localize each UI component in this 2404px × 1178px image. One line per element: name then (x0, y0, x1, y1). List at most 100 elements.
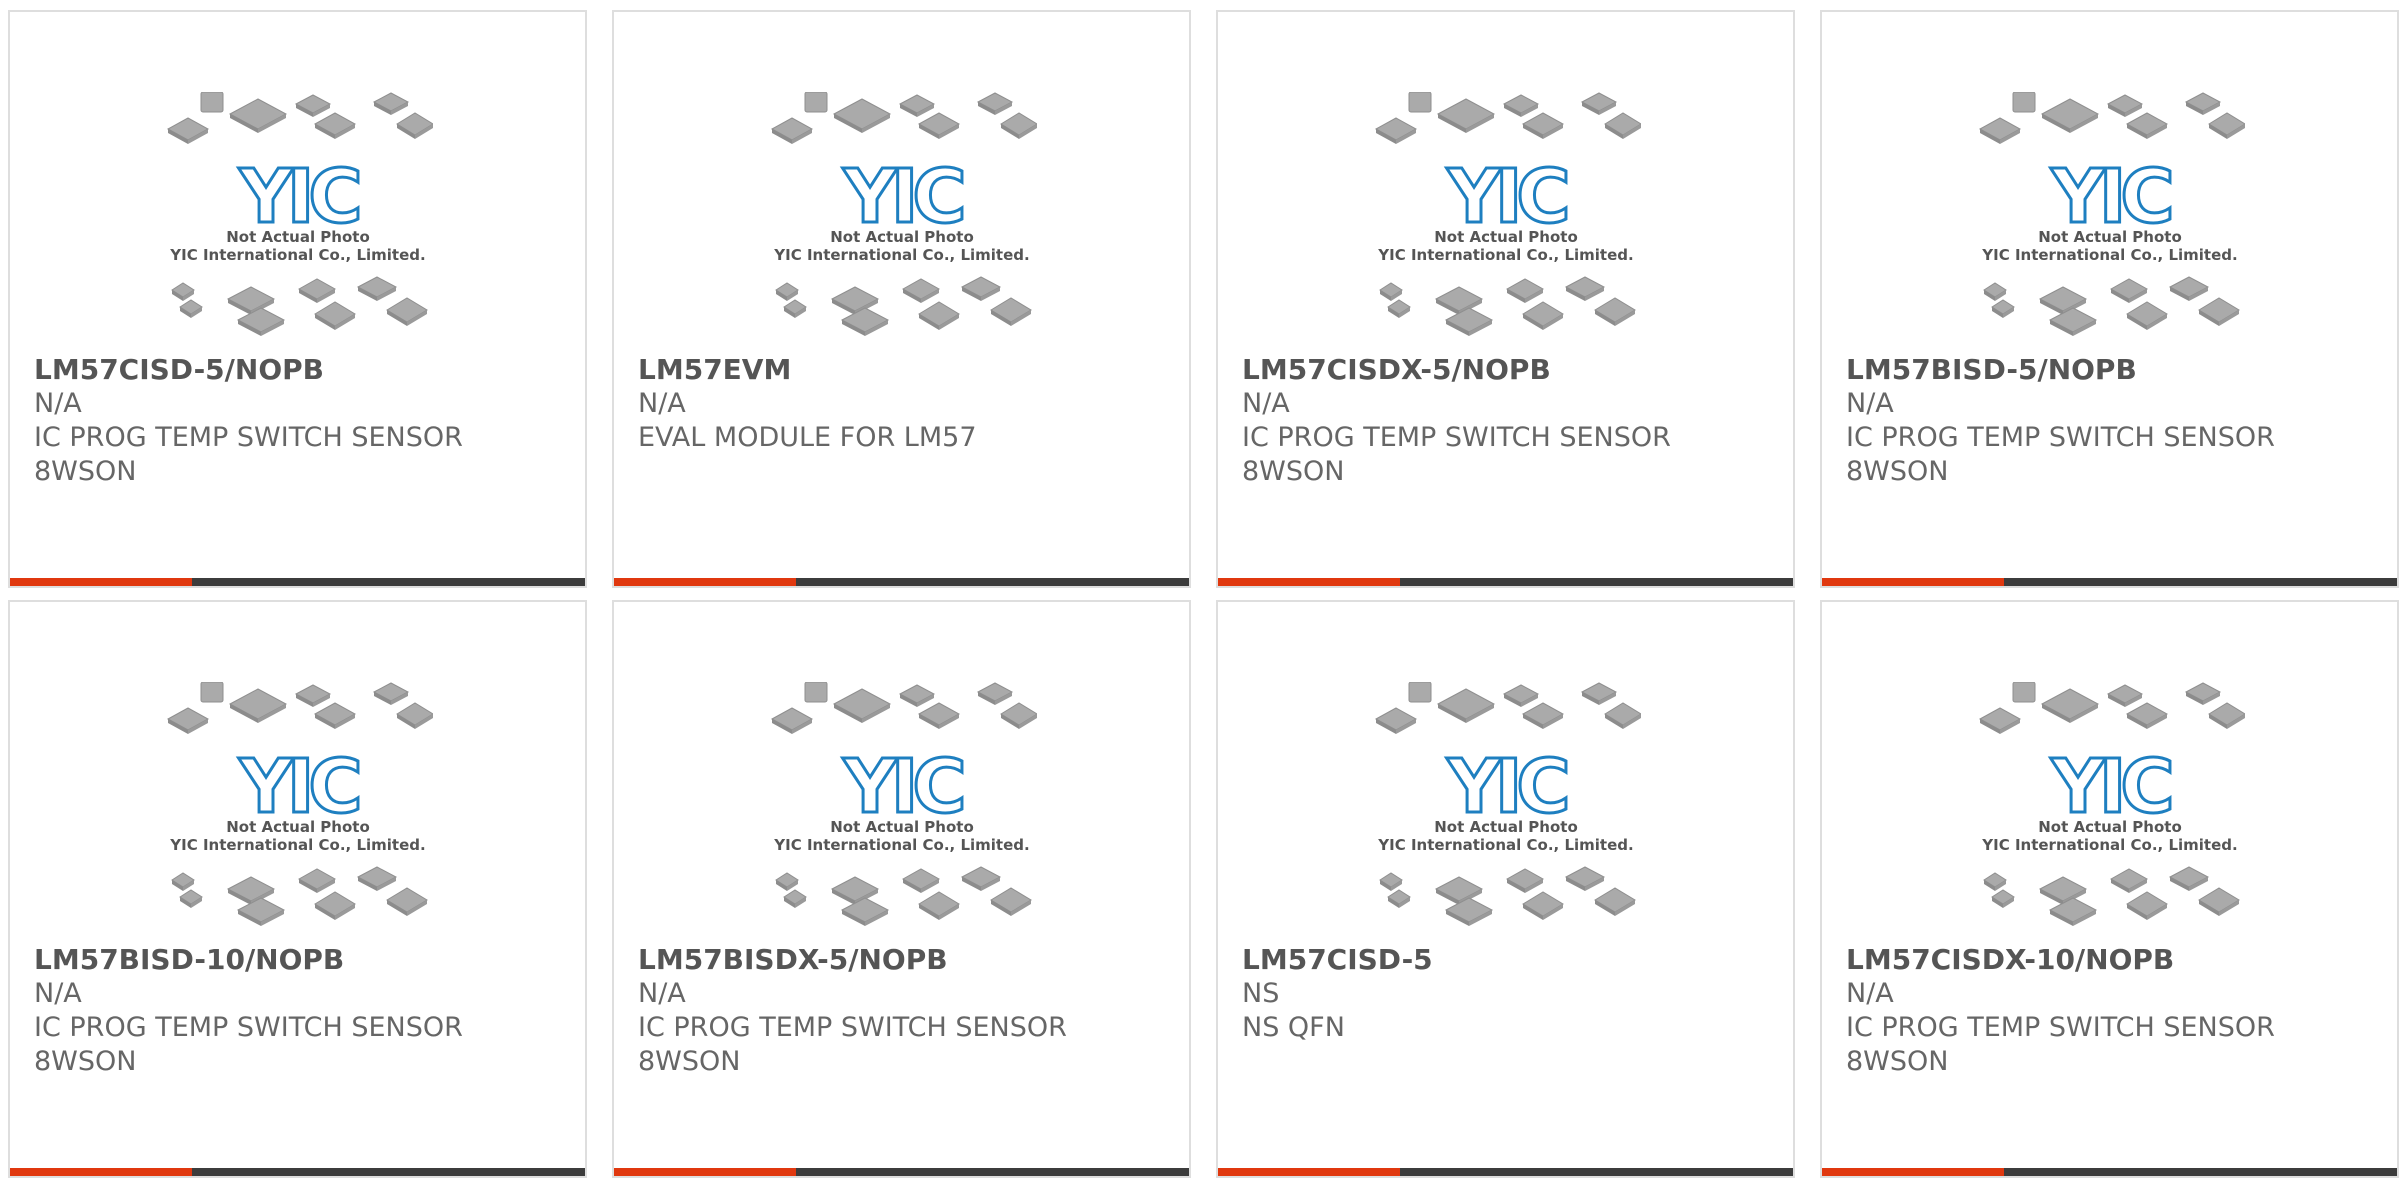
chip-icon (2197, 887, 2240, 916)
chip-icon (1521, 702, 1564, 729)
chip-icon (2168, 276, 2209, 301)
part-number[interactable]: LM57BISD-5/NOPB (1846, 353, 2373, 387)
card-footer-bar (1218, 1168, 1793, 1176)
part-number[interactable]: LM57CISDX-5/NOPB (1242, 353, 1769, 387)
card-footer-accent (1822, 1168, 2004, 1176)
chip-icon (782, 299, 807, 318)
chip-icon (1502, 94, 1539, 117)
chip-icon (1378, 872, 1403, 891)
caption-not-actual-photo: Not Actual Photo (1434, 228, 1578, 246)
chip-icon (2048, 897, 2097, 926)
placeholder-image: YICNot Actual PhotoYIC International Co.… (1978, 92, 2245, 336)
product-card[interactable]: YIC Not Actual Photo YIC International Co.… (1216, 10, 1795, 588)
chip-icon (297, 868, 336, 893)
chip-icon (2012, 682, 2035, 703)
card-footer-bar (614, 1168, 1189, 1176)
caption-not-actual-photo: Not Actual Photo (2038, 228, 2182, 246)
chip-icon (313, 891, 356, 920)
description: IC PROG TEMP SWITCH SENSOR (1846, 1012, 2275, 1043)
product-image[interactable]: YIC Not Actual Photo YIC International Co.… (614, 682, 1189, 937)
package: 8WSON (1846, 1046, 1949, 1077)
chip-icon (236, 307, 285, 336)
caption-company: YIC International Co., Limited. (1981, 836, 2237, 854)
card-footer-bar (10, 578, 585, 586)
product-card[interactable]: YIC Not Actual Photo YIC International Co.… (1820, 600, 2399, 1178)
product-info: LM57BISD-5/NOPB N/A IC PROG TEMP SWITCH … (1846, 353, 2373, 489)
caption-not-actual-photo: Not Actual Photo (830, 228, 974, 246)
card-footer-bar (614, 578, 1189, 586)
chip-icon (1521, 891, 1564, 920)
product-card[interactable]: YIC Not Actual Photo YIC International Co.… (612, 600, 1191, 1178)
product-info: LM57CISDX-5/NOPB N/A IC PROG TEMP SWITCH… (1242, 353, 1769, 489)
card-footer-accent (614, 578, 796, 586)
chip-icon (356, 276, 397, 301)
part-number[interactable]: LM57BISDX-5/NOPB (638, 943, 1165, 977)
manufacturer: N/A (1846, 978, 1894, 1009)
part-number[interactable]: LM57CISD-5 (1242, 943, 1769, 977)
product-card[interactable]: YIC Not Actual Photo YIC International Co.… (8, 600, 587, 1178)
package: 8WSON (1846, 456, 1949, 487)
product-card[interactable]: YIC Not Actual Photo YIC International Co.… (8, 10, 587, 588)
chip-icon (313, 301, 356, 330)
product-image[interactable]: YIC Not Actual Photo YIC International Co.… (614, 92, 1189, 347)
caption-company: YIC International Co., Limited. (1377, 246, 1633, 264)
chip-icon (395, 702, 433, 729)
product-card[interactable]: YIC Not Actual Photo YIC International Co.… (1820, 10, 2399, 588)
card-footer-bar (1822, 1168, 2397, 1176)
product-info: LM57BISDX-5/NOPB N/A IC PROG TEMP SWITCH… (638, 943, 1165, 1079)
product-image[interactable]: YIC Not Actual Photo YIC International Co.… (1822, 682, 2397, 937)
description: IC PROG TEMP SWITCH SENSOR (34, 1012, 463, 1043)
chip-icon (228, 688, 287, 723)
caption-company: YIC International Co., Limited. (773, 836, 1029, 854)
chip-icon (2184, 92, 2221, 115)
chip-icon (1374, 707, 1417, 734)
product-image[interactable]: YIC Not Actual Photo YIC International Co.… (10, 682, 585, 937)
caption-company: YIC International Co., Limited. (1377, 836, 1633, 854)
chip-icon (1436, 98, 1495, 133)
chip-icon (236, 897, 285, 926)
caption-not-actual-photo: Not Actual Photo (830, 818, 974, 836)
product-card[interactable]: YIC Not Actual Photo YIC International Co.… (612, 10, 1191, 588)
placeholder-image: YICNot Actual PhotoYIC International Co.… (770, 92, 1037, 336)
chip-icon (2197, 297, 2240, 326)
chip-icon (1593, 297, 1636, 326)
card-footer-bar (10, 1168, 585, 1176)
chip-icon (395, 112, 433, 139)
chip-icon (372, 682, 409, 705)
product-card[interactable]: YIC Not Actual Photo YIC International Co.… (1216, 600, 1795, 1178)
chip-icon (178, 889, 203, 908)
chip-icon (2184, 682, 2221, 705)
part-number[interactable]: LM57EVM (638, 353, 1165, 387)
description: IC PROG TEMP SWITCH SENSOR (638, 1012, 1067, 1043)
product-image[interactable]: YIC Not Actual Photo YIC International Co.… (1218, 92, 1793, 347)
chip-icon (1505, 868, 1544, 893)
part-number[interactable]: LM57CISDX-10/NOPB (1846, 943, 2373, 977)
chip-icon (1982, 872, 2007, 891)
part-number[interactable]: LM57CISD-5/NOPB (34, 353, 561, 387)
chip-icon (294, 684, 331, 707)
caption-company: YIC International Co., Limited. (1981, 246, 2237, 264)
chip-icon (1978, 707, 2021, 734)
chip-icon (200, 682, 223, 703)
chip-icon (170, 872, 195, 891)
product-image[interactable]: YIC Not Actual Photo YIC International Co.… (1822, 92, 2397, 347)
chip-icon (989, 887, 1032, 916)
chip-icon (840, 897, 889, 926)
card-footer-accent (10, 578, 192, 586)
chip-icon (356, 866, 397, 891)
card-footer-bar (1218, 578, 1793, 586)
product-image[interactable]: YIC Not Actual Photo YIC International Co.… (1218, 682, 1793, 937)
chip-icon (1990, 299, 2015, 318)
placeholder-image: YICNot Actual PhotoYIC International Co.… (770, 682, 1037, 926)
product-image[interactable]: YIC Not Actual Photo YIC International Co.… (10, 92, 585, 347)
chip-icon (1982, 282, 2007, 301)
manufacturer: NS (1242, 978, 1280, 1009)
chip-icon (166, 707, 209, 734)
part-number[interactable]: LM57BISD-10/NOPB (34, 943, 561, 977)
manufacturer: N/A (1242, 388, 1290, 419)
description: IC PROG TEMP SWITCH SENSOR (1242, 422, 1671, 453)
description: NS QFN (1242, 1012, 1345, 1043)
placeholder-image: YICNot Actual PhotoYIC International Co.… (1374, 682, 1641, 926)
product-info: LM57CISD-5/NOPB N/A IC PROG TEMP SWITCH … (34, 353, 561, 489)
chip-icon (200, 92, 223, 113)
